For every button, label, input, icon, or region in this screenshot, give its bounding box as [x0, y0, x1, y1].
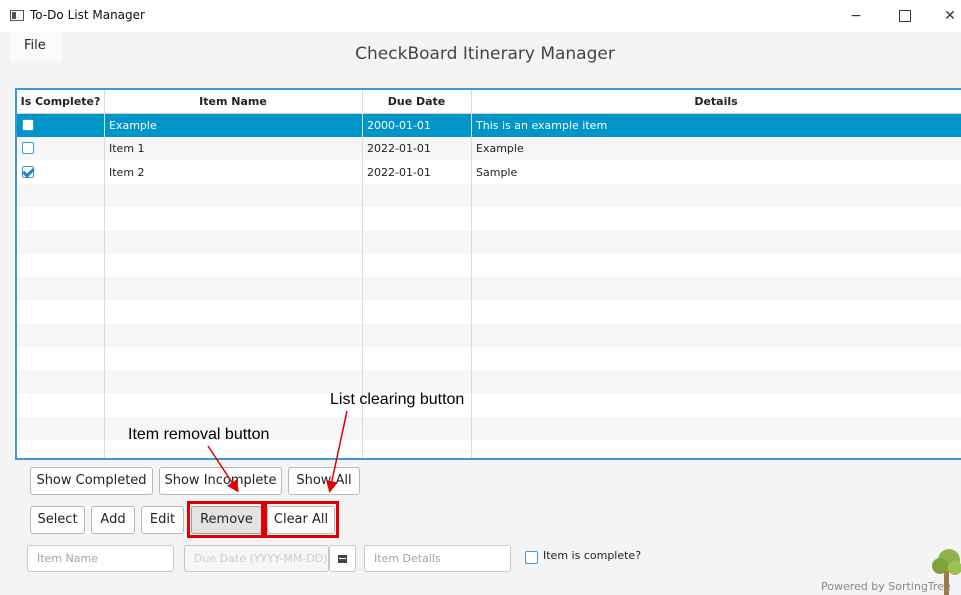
- table-row[interactable]: Item 2 2022-01-01 Sample: [17, 161, 961, 184]
- show-all-button[interactable]: Show All: [288, 467, 360, 495]
- tree-logo-icon: [932, 549, 961, 595]
- column-divider: [104, 90, 105, 458]
- empty-table-row[interactable]: [17, 370, 961, 394]
- menu-file[interactable]: File: [10, 32, 62, 61]
- app-window-icon: [10, 10, 24, 21]
- calendar-icon: [338, 555, 347, 563]
- item-details-input[interactable]: Item Details: [364, 545, 511, 572]
- add-button[interactable]: Add: [91, 506, 135, 534]
- item-name-input[interactable]: Item Name: [27, 545, 174, 572]
- clear-all-button-highlight: [264, 501, 339, 538]
- show-incomplete-button[interactable]: Show Incomplete: [159, 467, 282, 495]
- remove-annotation-label: Item removal button: [128, 426, 270, 443]
- todo-table[interactable]: Is Complete? Item Name Due Date Details …: [15, 88, 961, 460]
- column-header-due-date[interactable]: Due Date: [362, 90, 471, 113]
- close-button[interactable]: ✕: [930, 4, 961, 28]
- row-complete-checkbox[interactable]: [22, 119, 34, 131]
- maximize-icon: [899, 10, 911, 22]
- item-complete-label: Item is complete?: [543, 549, 642, 562]
- column-header-complete[interactable]: Is Complete?: [17, 90, 104, 113]
- column-header-details[interactable]: Details: [471, 90, 961, 113]
- row-due-date: 2022-01-01: [367, 142, 431, 156]
- empty-table-row[interactable]: [17, 394, 961, 417]
- row-due-date: 2022-01-01: [367, 165, 431, 179]
- empty-table-row[interactable]: [17, 183, 961, 207]
- empty-table-row[interactable]: [17, 230, 961, 254]
- item-complete-checkbox[interactable]: [525, 551, 538, 564]
- row-item-name: Example: [109, 119, 157, 132]
- table-row[interactable]: Example 2000-01-01 This is an example item: [17, 114, 961, 137]
- title-bar: To-Do List Manager − ✕: [0, 0, 961, 32]
- remove-button-highlight: [187, 501, 264, 538]
- empty-table-row[interactable]: [17, 347, 961, 370]
- table-row[interactable]: Item 1 2022-01-01 Example: [17, 137, 961, 161]
- empty-table-row[interactable]: [17, 207, 961, 230]
- edit-button[interactable]: Edit: [141, 506, 184, 534]
- row-due-date: 2000-01-01: [367, 119, 431, 132]
- row-item-name: Item 1: [109, 142, 145, 156]
- row-complete-checkbox[interactable]: [22, 142, 34, 155]
- row-item-name: Item 2: [109, 165, 145, 179]
- table-header: Is Complete? Item Name Due Date Details: [17, 90, 961, 114]
- app-heading: CheckBoard Itinerary Manager: [355, 44, 615, 64]
- due-date-input[interactable]: Due Date (YYYY-MM-DD): [184, 545, 329, 572]
- window-title: To-Do List Manager: [30, 8, 145, 22]
- row-details: Sample: [476, 165, 518, 179]
- date-picker-button[interactable]: [329, 545, 356, 572]
- clear-annotation-label: List clearing button: [330, 391, 465, 408]
- maximize-button[interactable]: [885, 4, 925, 28]
- empty-table-row[interactable]: [17, 323, 961, 347]
- select-button[interactable]: Select: [30, 506, 85, 534]
- row-details: This is an example item: [476, 119, 608, 132]
- minimize-button[interactable]: −: [836, 4, 876, 28]
- row-complete-checkbox[interactable]: [22, 165, 34, 178]
- show-completed-button[interactable]: Show Completed: [30, 467, 153, 495]
- empty-table-row[interactable]: [17, 277, 961, 301]
- column-header-item-name[interactable]: Item Name: [104, 90, 362, 113]
- empty-table-row[interactable]: [17, 300, 961, 323]
- column-divider: [471, 90, 472, 458]
- empty-table-row[interactable]: [17, 254, 961, 277]
- row-details: Example: [476, 142, 524, 156]
